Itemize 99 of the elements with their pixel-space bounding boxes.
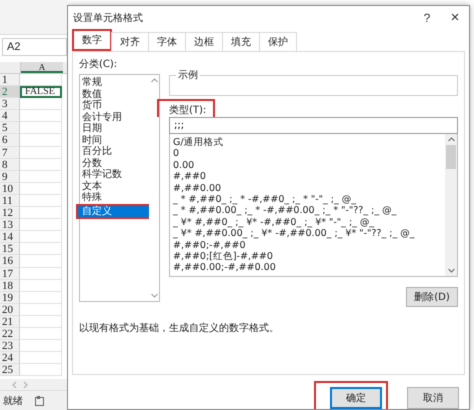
row-header[interactable]: 10 — [0, 182, 20, 195]
format-item[interactable]: #,##0 — [173, 171, 445, 183]
row-header[interactable]: 19 — [0, 292, 20, 304]
status-text: 就绪 — [3, 394, 23, 408]
type-label: 类型(T): — [169, 105, 206, 116]
tab[interactable]: 保护 — [259, 32, 297, 51]
category-item[interactable]: 特殊 — [80, 192, 149, 204]
format-item[interactable]: _ * #,##0.00_ ;_ * -#,##0.00_ ;_ * "-"??_ ;_ @_ — [173, 205, 445, 217]
table-cell[interactable] — [20, 122, 62, 134]
row-header[interactable]: 7 — [0, 146, 20, 159]
row-header[interactable]: 25 — [0, 364, 20, 376]
table-cell[interactable] — [20, 243, 62, 256]
row-header[interactable]: 1 — [0, 74, 20, 86]
format-item[interactable]: _ * #,##0_ ;_ * -#,##0_ ;_ * "-"_ ;_ @_ — [173, 194, 445, 206]
table-cell[interactable] — [20, 352, 62, 364]
row-header[interactable]: 16 — [0, 255, 20, 268]
table-cell[interactable] — [20, 268, 62, 280]
category-item[interactable]: 常规 — [80, 77, 149, 88]
scroll-bar[interactable] — [149, 75, 159, 301]
table-cell[interactable] — [20, 304, 62, 316]
row-header[interactable]: 13 — [0, 219, 20, 232]
help-button[interactable]: ? — [413, 8, 441, 28]
table-cell[interactable] — [20, 98, 62, 110]
table-cell[interactable] — [20, 364, 62, 376]
table-cell[interactable] — [20, 231, 62, 244]
category-item[interactable]: 数值 — [80, 88, 149, 100]
chevron-up-icon[interactable] — [448, 137, 454, 142]
row-header[interactable]: 24 — [0, 352, 20, 364]
chevron-down-icon[interactable] — [448, 268, 454, 273]
column-header[interactable]: A — [21, 62, 63, 73]
table-cell[interactable] — [20, 182, 62, 195]
format-item[interactable]: 0.00 — [173, 160, 445, 172]
format-item[interactable]: #,##0.00 — [173, 182, 445, 194]
table-cell[interactable] — [20, 74, 62, 86]
scroll-bar[interactable] — [445, 134, 457, 276]
sample-label: 示例 — [177, 69, 199, 82]
category-item[interactable]: 分数 — [80, 158, 149, 169]
table-cell[interactable] — [20, 110, 62, 122]
category-item[interactable]: 日期 — [80, 123, 149, 134]
type-input-field[interactable]: ;;; — [169, 117, 458, 134]
row-header[interactable]: 3 — [0, 98, 20, 110]
category-item[interactable]: 科学记数 — [80, 169, 149, 180]
window-title: 设置单元格格式 — [73, 12, 144, 24]
row-header[interactable]: 21 — [0, 316, 20, 328]
table-cell[interactable] — [20, 158, 62, 171]
close-button[interactable]: × — [441, 8, 469, 28]
sheet-scroll-arrows-icon[interactable] — [12, 380, 28, 389]
table-cell[interactable] — [20, 280, 62, 292]
format-item[interactable]: _ ¥* #,##0_ ;_ ¥* -#,##0_ ;_ ¥* "-"_ ;_ @_ — [173, 216, 445, 228]
row-header[interactable]: 9 — [0, 170, 20, 183]
row-header[interactable]: 12 — [0, 207, 20, 220]
format-item[interactable]: #,##0;-#,##0 — [173, 240, 445, 251]
category-item[interactable]: 自定义 — [76, 204, 151, 218]
ok-button[interactable]: 确定 — [330, 387, 382, 409]
row-header[interactable]: 22 — [0, 328, 20, 340]
row-header[interactable]: 5 — [0, 122, 20, 134]
tab[interactable]: 对齐 — [111, 32, 149, 51]
format-item[interactable]: #,##0.00;-#,##0.00 — [173, 262, 445, 274]
table-cell[interactable] — [20, 292, 62, 304]
table-cell[interactable] — [20, 170, 62, 183]
tab[interactable]: 数字 — [72, 29, 112, 51]
category-label: 分类(C): — [79, 58, 118, 71]
row-header[interactable]: 6 — [0, 134, 20, 147]
row-header[interactable]: 14 — [0, 231, 20, 244]
delete-button[interactable]: 删除(D) — [406, 287, 458, 307]
chevron-up-icon[interactable] — [150, 78, 158, 83]
format-item[interactable]: _ ¥* #,##0.00_ ;_ ¥* -#,##0.00_ ;_ ¥* "-"??_ ;_ @_ — [173, 228, 445, 240]
table-cell[interactable] — [20, 207, 62, 220]
format-item[interactable]: 0 — [173, 148, 445, 160]
category-item[interactable]: 货币 — [80, 100, 149, 112]
format-item[interactable]: #,##0;[红色]-#,##0 — [173, 250, 445, 262]
format-item[interactable]: G/通用格式 — [173, 137, 445, 148]
table-cell[interactable] — [20, 255, 62, 268]
row-header[interactable]: 23 — [0, 340, 20, 352]
table-cell[interactable] — [20, 134, 62, 147]
description-text: 以现有格式为基础，生成自定义的数字格式。 — [79, 322, 280, 335]
active-cell[interactable]: FALSE — [20, 86, 62, 98]
row-header[interactable]: 15 — [0, 243, 20, 256]
category-item[interactable]: 时间 — [80, 134, 149, 146]
scroll-thumb[interactable] — [446, 145, 456, 169]
chevron-down-icon[interactable] — [150, 293, 158, 298]
row-header[interactable]: 2 — [0, 86, 20, 98]
category-item[interactable]: 会计专用 — [80, 112, 149, 123]
row-header[interactable]: 4 — [0, 110, 20, 122]
table-cell[interactable] — [20, 340, 62, 352]
category-item[interactable]: 文本 — [80, 180, 149, 192]
name-box[interactable]: A2 — [2, 38, 67, 56]
row-header[interactable]: 20 — [0, 304, 20, 316]
table-cell[interactable] — [20, 194, 62, 208]
table-cell[interactable] — [20, 219, 62, 232]
row-header[interactable]: 18 — [0, 280, 20, 292]
row-header[interactable]: 8 — [0, 158, 20, 171]
cancel-button[interactable]: 取消 — [407, 387, 459, 409]
table-cell[interactable] — [20, 146, 62, 159]
row-header[interactable]: 17 — [0, 268, 20, 280]
table-cell[interactable] — [20, 328, 62, 340]
row-header[interactable]: 11 — [0, 194, 20, 208]
table-cell[interactable] — [20, 316, 62, 328]
category-item[interactable]: 百分比 — [80, 146, 149, 158]
